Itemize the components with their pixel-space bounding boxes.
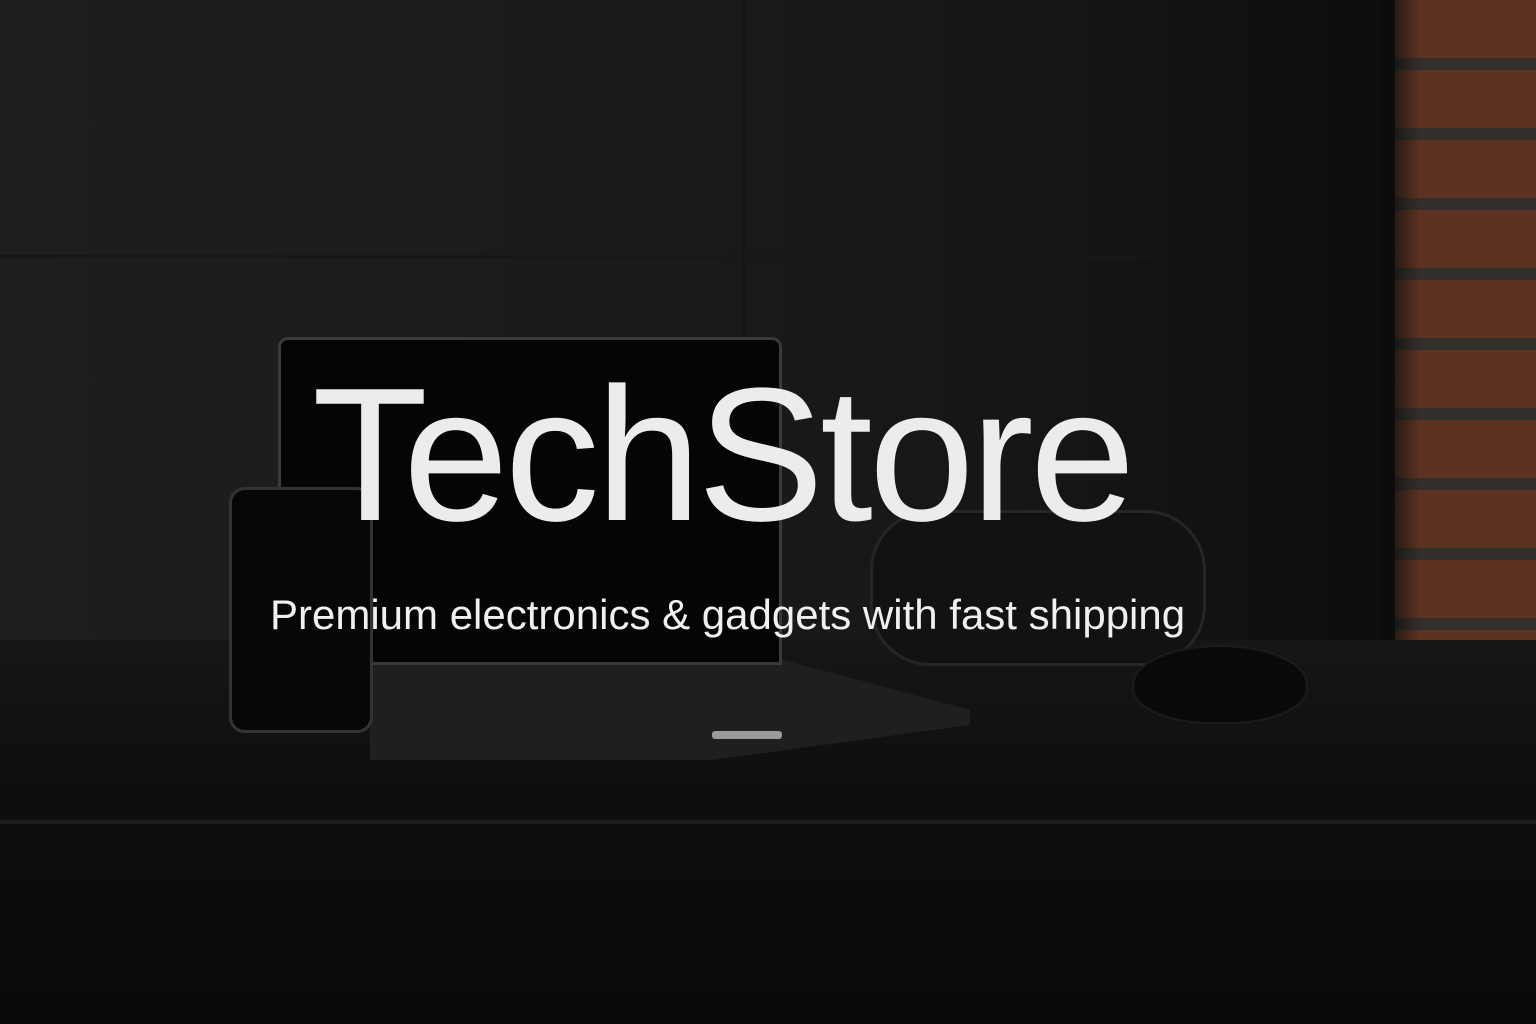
hero-title: TechStore xyxy=(312,349,1135,561)
laptop-latch xyxy=(712,731,782,739)
wall-seam xyxy=(0,255,1150,258)
desk-edge xyxy=(0,820,1536,824)
mouse-image xyxy=(1132,645,1308,724)
hero-subtitle: Premium electronics & gadgets with fast … xyxy=(270,591,1186,638)
hero-banner: TechStore Premium electronics & gadgets … xyxy=(0,0,1536,1024)
brick-shadow xyxy=(1380,0,1420,640)
